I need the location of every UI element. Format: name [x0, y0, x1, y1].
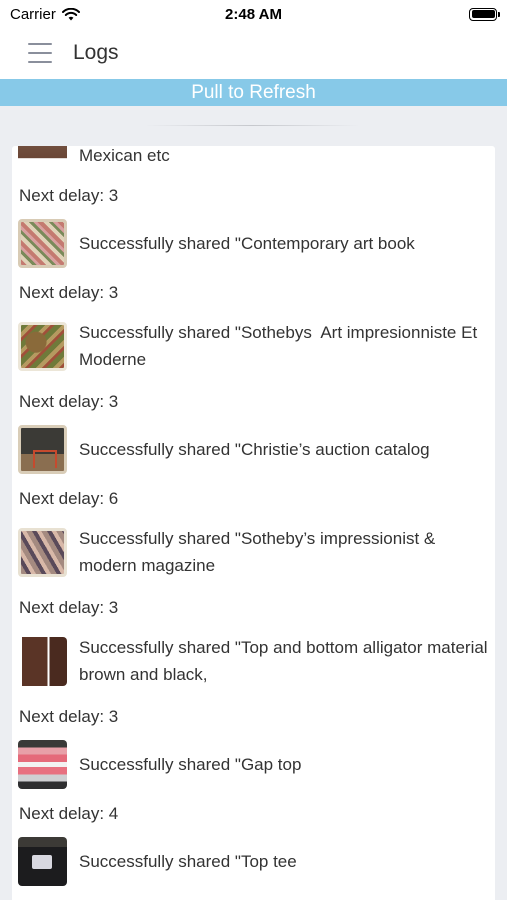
log-entry[interactable]: Successfully shared "Top and bottom alli…	[12, 627, 495, 695]
log-message: Successfully shared "Top and bottom alli…	[79, 638, 493, 684]
next-delay-label: Next delay: 3	[19, 186, 119, 205]
item-thumbnail	[18, 424, 67, 474]
log-entry[interactable]: Successfully shared "Gap top	[12, 736, 495, 792]
status-bar: Carrier 2:48 AM	[0, 0, 507, 28]
nav-bar: Logs	[0, 28, 507, 78]
item-thumbnail	[18, 836, 67, 886]
log-entry[interactable]: Successfully shared "Sothebys Art impres…	[12, 312, 495, 380]
log-message: Mexican etc	[79, 146, 170, 165]
log-message: Successfully shared "Sotheby’s impressio…	[79, 529, 441, 575]
log-entry[interactable]: Successfully shared "Top tee	[12, 833, 495, 889]
next-delay-label: Next delay: 3	[19, 283, 119, 302]
log-message: Successfully shared "Christie’s auction …	[79, 439, 430, 459]
item-thumbnail	[18, 527, 67, 577]
item-thumbnail	[18, 739, 67, 789]
log-entry[interactable]: Successfully shared "Christie’s auction …	[12, 421, 495, 477]
pull-divider	[145, 125, 360, 126]
logs-content[interactable]: Mexican etc Next delay: 3 Successfully sha…	[0, 106, 507, 900]
item-thumbnail	[18, 321, 67, 371]
log-entry[interactable]: Successfully shared "Sotheby’s impressio…	[12, 518, 495, 586]
hamburger-menu-icon[interactable]	[28, 43, 52, 63]
page-title: Logs	[73, 41, 119, 64]
status-left: Carrier	[10, 6, 80, 23]
log-entry[interactable]: Mexican etc	[12, 146, 495, 180]
item-thumbnail	[18, 146, 67, 180]
next-delay-label: Next delay: 4	[19, 804, 119, 823]
log-panel[interactable]: Mexican etc Next delay: 3 Successfully sha…	[12, 146, 495, 900]
item-thumbnail	[18, 636, 67, 686]
next-delay-label: Next delay: 3	[19, 707, 119, 726]
next-delay-label: Next delay: 6	[19, 489, 119, 508]
log-list[interactable]: Mexican etc Next delay: 3 Successfully sha…	[12, 146, 495, 900]
log-message: Successfully shared "Sothebys Art impres…	[79, 323, 482, 369]
log-entry[interactable]: Successfully shared "Contemporary art bo…	[12, 215, 495, 271]
wifi-icon	[61, 7, 80, 20]
log-message: Successfully shared "Top tee	[79, 851, 297, 871]
next-delay-label: Next delay: 3	[19, 392, 119, 411]
battery-icon	[469, 7, 500, 21]
log-message: Successfully shared "Contemporary art bo…	[79, 233, 415, 253]
next-delay-label: Next delay: 3	[19, 598, 119, 617]
item-thumbnail	[18, 218, 67, 268]
carrier-label: Carrier	[10, 5, 56, 23]
pull-to-refresh-banner[interactable]: Pull to Refresh	[0, 79, 507, 106]
battery-fill	[471, 10, 495, 18]
log-message: Successfully shared "Gap top	[79, 754, 302, 774]
